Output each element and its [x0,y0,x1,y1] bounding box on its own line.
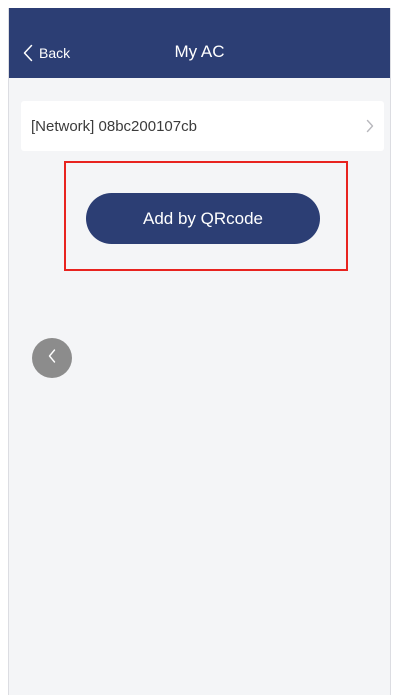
page-title: My AC [174,42,225,61]
device-label: [Network] 08bc200107cb [31,117,197,135]
navigation-bar: Back My AC [9,8,390,78]
add-by-qrcode-button[interactable]: Add by QRcode [86,193,320,244]
chevron-left-icon [47,348,57,369]
floating-back-button[interactable] [32,338,72,378]
chevron-right-icon [366,119,374,138]
device-list-item[interactable]: [Network] 08bc200107cb [21,101,384,151]
app-screen: Back My AC [Network] 08bc200107cb Add by… [8,8,391,695]
